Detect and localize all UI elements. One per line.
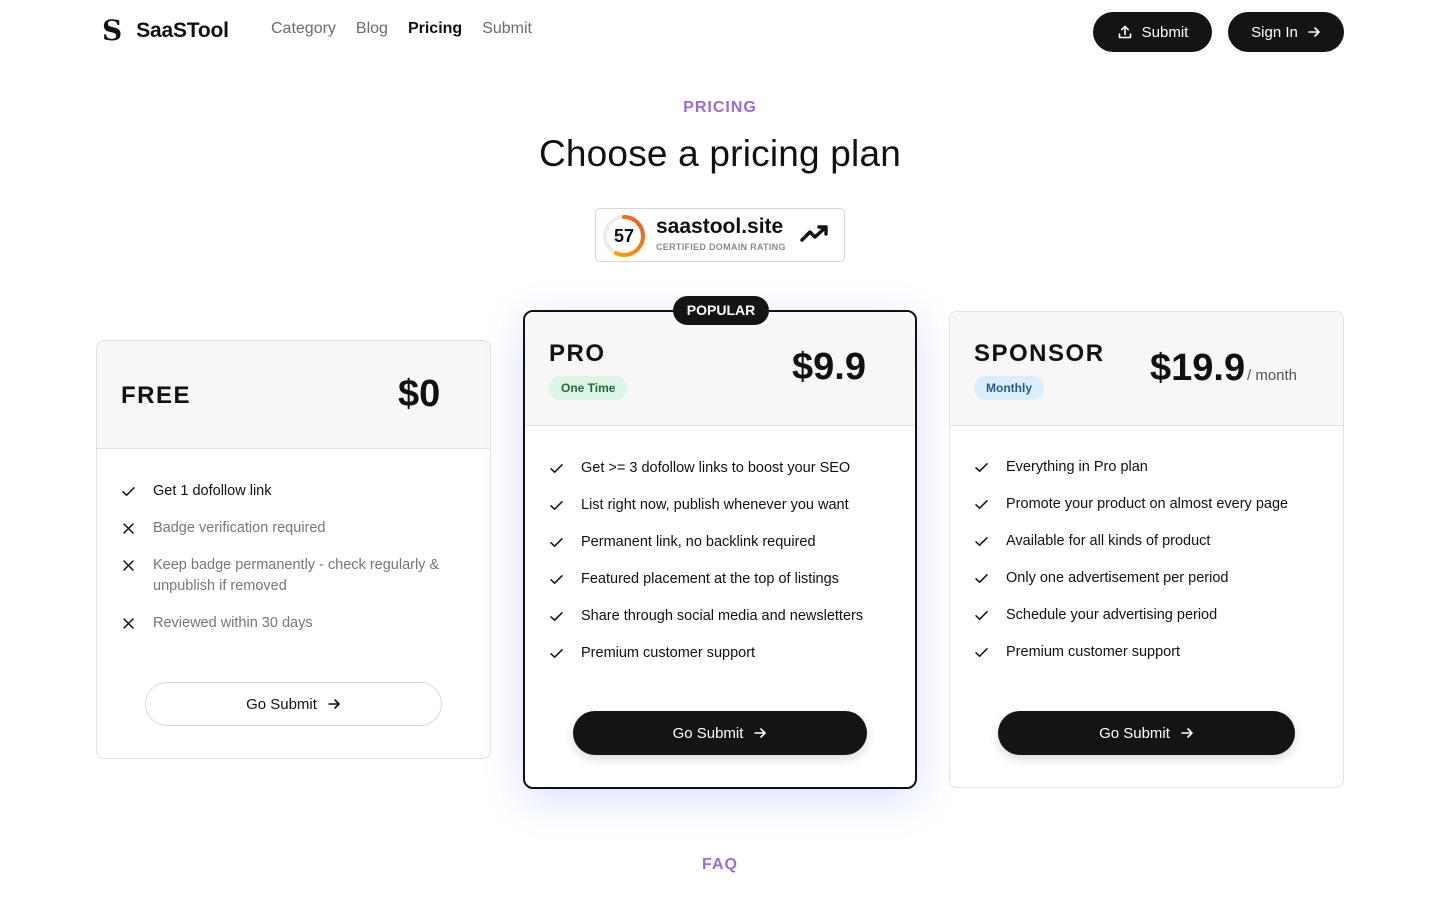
rating-score: 57: [613, 226, 635, 246]
check-icon: [550, 538, 563, 547]
submit-button-label: Submit: [1141, 23, 1189, 41]
page-title: Choose a pricing plan: [538, 133, 902, 174]
billing-pill-pro: One Time: [549, 376, 628, 400]
check-icon: [975, 574, 988, 583]
feature-item: Everything in Pro plan: [974, 457, 1324, 478]
feature-text: Share through social media and newslette…: [581, 608, 864, 624]
plan-header-pro: PRO One Time $9.9: [525, 312, 915, 426]
plan-name-pro: PRO: [549, 340, 606, 367]
popular-badge: POPULAR: [673, 296, 769, 325]
nav-link-category[interactable]: Category: [271, 20, 336, 38]
logo-text: SaaSTool: [136, 19, 229, 42]
section-eyebrow-pricing: PRICING: [683, 99, 757, 116]
feature-text: Reviewed within 30 days: [153, 615, 313, 631]
trending-up-icon: [800, 225, 828, 242]
feature-list-sponsor: Everything in Pro plan Promote your prod…: [974, 457, 1324, 663]
feature-text: Schedule your advertising period: [1006, 607, 1218, 623]
feature-item: Get >= 3 dofollow links to boost your SE…: [549, 458, 899, 479]
feature-text: List right now, publish whenever you wan…: [581, 497, 849, 513]
feature-text: Promote your product on almost every pag…: [1006, 496, 1289, 512]
domain-rating-badge[interactable]: 57 saastool.site CERTIFIED DOMAIN RATING: [595, 208, 845, 262]
feature-item: Premium customer support: [549, 643, 899, 664]
sign-in-button-label: Sign In: [1251, 23, 1298, 41]
plan-price-free: $0: [398, 373, 441, 415]
plan-card-pro: PRO One Time $9.9 POPULAR Get >= 3 dofol…: [523, 296, 917, 789]
feature-text: Keep badge permanently - check regularly…: [153, 557, 440, 594]
plan-header-sponsor: SPONSOR Monthly $19.9 / month: [950, 312, 1343, 426]
check-icon: [550, 464, 563, 473]
feature-text: Permanent link, no backlink required: [581, 534, 816, 550]
check-icon: [975, 537, 988, 546]
feature-text: Available for all kinds of product: [1006, 533, 1211, 549]
plan-name-sponsor: SPONSOR: [974, 340, 1105, 367]
go-submit-button-pro[interactable]: Go Submit: [573, 711, 867, 755]
check-icon: [975, 463, 988, 472]
go-submit-label: Go Submit: [672, 724, 744, 742]
sign-in-button[interactable]: Sign In: [1228, 12, 1344, 52]
check-icon: [550, 649, 563, 658]
rating-domain: saastool.site: [656, 215, 784, 238]
cross-icon: [123, 523, 134, 534]
check-icon: [122, 487, 135, 496]
plan-name-free: FREE: [121, 382, 192, 409]
feature-item: Permanent link, no backlink required: [549, 532, 899, 553]
arrow-right-icon: [328, 699, 340, 709]
nav-link-pricing[interactable]: Pricing: [408, 20, 462, 38]
site-header: S SaaSTool Category Blog Pricing Submit …: [0, 0, 1440, 64]
main-nav: Category Blog Pricing Submit: [271, 20, 532, 38]
feature-item: Available for all kinds of product: [974, 531, 1324, 552]
go-submit-button-free[interactable]: Go Submit: [145, 682, 442, 726]
nav-link-submit[interactable]: Submit: [482, 20, 532, 38]
feature-item: Get 1 dofollow link: [121, 481, 461, 502]
submit-button[interactable]: Submit: [1093, 12, 1212, 52]
cross-icon: [123, 560, 134, 571]
plan-price-pro: $9.9: [792, 346, 866, 388]
feature-list-free: Get 1 dofollow link Badge verification r…: [121, 481, 461, 634]
arrow-right-icon: [754, 728, 767, 738]
section-eyebrow-faq: FAQ: [702, 856, 738, 873]
upload-icon: [1117, 24, 1133, 40]
feature-text: Badge verification required: [153, 520, 326, 536]
rating-subtitle: CERTIFIED DOMAIN RATING: [656, 242, 786, 252]
cross-icon: [123, 618, 134, 629]
feature-item: Badge verification required: [121, 518, 461, 539]
feature-item: Schedule your advertising period: [974, 605, 1324, 626]
check-icon: [975, 611, 988, 620]
check-icon: [550, 575, 563, 584]
plan-price-sponsor: $19.9: [1150, 347, 1246, 389]
plan-card-free: FREE $0 Get 1 dofollow link Badge verifi…: [96, 340, 491, 759]
feature-text: Get 1 dofollow link: [153, 483, 272, 499]
feature-text: Only one advertisement per period: [1006, 570, 1229, 586]
plan-header-free: FREE $0: [97, 341, 490, 449]
feature-text: Featured placement at the top of listing…: [581, 571, 839, 587]
nav-link-blog[interactable]: Blog: [356, 20, 388, 38]
feature-item: Only one advertisement per period: [974, 568, 1324, 589]
feature-item: Promote your product on almost every pag…: [974, 494, 1324, 515]
check-icon: [550, 612, 563, 621]
feature-item: List right now, publish whenever you wan…: [549, 495, 899, 516]
check-icon: [975, 648, 988, 657]
feature-item: Premium customer support: [974, 642, 1324, 663]
feature-item: Keep badge permanently - check regularly…: [121, 555, 461, 597]
feature-item: Share through social media and newslette…: [549, 606, 899, 627]
plan-card-sponsor: SPONSOR Monthly $19.9 / month Everything…: [949, 311, 1344, 788]
logo-mark: S: [102, 14, 123, 47]
arrow-right-icon: [1307, 25, 1321, 39]
arrow-right-icon: [1181, 728, 1193, 738]
feature-item: Featured placement at the top of listing…: [549, 569, 899, 590]
check-icon: [550, 501, 563, 510]
feature-text: Get >= 3 dofollow links to boost your SE…: [581, 460, 851, 476]
go-submit-label: Go Submit: [1099, 724, 1170, 742]
check-icon: [975, 500, 988, 509]
feature-text: Everything in Pro plan: [1006, 459, 1148, 475]
logo[interactable]: S SaaSTool: [102, 17, 229, 45]
go-submit-label: Go Submit: [246, 695, 317, 713]
go-submit-button-sponsor[interactable]: Go Submit: [998, 711, 1295, 755]
feature-text: Premium customer support: [1006, 644, 1181, 660]
feature-text: Premium customer support: [581, 645, 756, 661]
billing-pill-sponsor: Monthly: [974, 376, 1044, 400]
feature-item: Reviewed within 30 days: [121, 613, 461, 634]
plan-period-sponsor: / month: [1247, 367, 1298, 384]
feature-list-pro: Get >= 3 dofollow links to boost your SE…: [549, 458, 899, 664]
